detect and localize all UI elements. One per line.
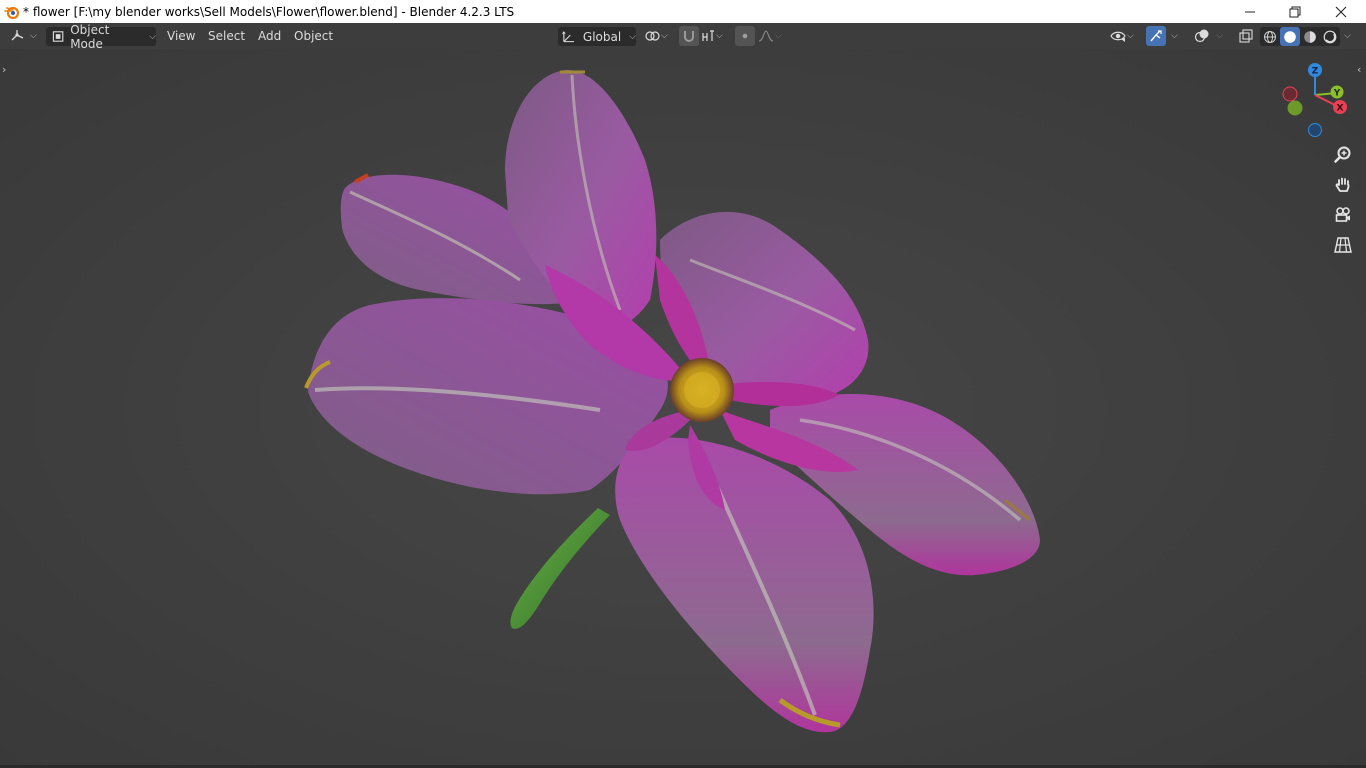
chevron-down-icon: ⌵ (149, 31, 156, 42)
xray-toggle[interactable] (1236, 26, 1256, 46)
menu-add[interactable]: Add (252, 26, 287, 46)
blender-logo-icon (4, 6, 20, 19)
shading-wireframe-button[interactable] (1260, 27, 1280, 46)
close-icon[interactable] (1318, 0, 1364, 23)
pivot-point-dropdown[interactable]: ⌵ (644, 26, 672, 46)
falloff-dropdown[interactable]: ⌵ (758, 26, 786, 46)
camera-view-button[interactable] (1330, 202, 1356, 228)
navigation-gizmo[interactable]: Z Y X (1277, 61, 1357, 141)
3d-viewport[interactable]: › ‹ Z Y X (0, 49, 1366, 768)
chevron-down-icon: ⌵ (629, 31, 636, 42)
shading-mode-group (1260, 27, 1340, 46)
y-axis-label: Y (1333, 89, 1341, 99)
snap-target-icon (702, 30, 714, 41)
proportional-edit-icon (742, 33, 748, 39)
pan-hand-icon (1335, 177, 1350, 192)
camera-view-icon (1335, 207, 1350, 222)
chevron-down-icon: ⌵ (1127, 31, 1134, 41)
object-mode-icon (52, 31, 64, 42)
chevron-down-icon: ⌵ (1171, 31, 1178, 41)
menu-select[interactable]: Select (202, 26, 251, 46)
material-preview-icon (1304, 30, 1316, 43)
pan-button[interactable] (1330, 172, 1356, 198)
gizmo-icon (1150, 30, 1162, 42)
orientation-icon (562, 30, 575, 42)
menu-view[interactable]: View (161, 26, 201, 46)
chevron-down-icon: ⌵ (716, 31, 723, 41)
xray-icon (1239, 29, 1253, 43)
snap-target-dropdown[interactable]: ⌵ (701, 26, 729, 46)
shading-material-button[interactable] (1300, 27, 1320, 46)
viewport-header: ⌵ Object Mode ⌵ View Select Add Object G… (0, 23, 1366, 51)
transform-orientation-dropdown[interactable]: Global ⌵ (558, 27, 636, 46)
overlay-dropdown[interactable]: ⌵ (1212, 26, 1228, 46)
visibility-icon (1110, 31, 1126, 42)
snap-magnet-icon (684, 31, 694, 42)
mode-dropdown[interactable]: Object Mode ⌵ (46, 23, 156, 51)
flower-stem (510, 508, 610, 629)
shading-rendered-button[interactable] (1320, 27, 1340, 46)
falloff-curve-icon (758, 30, 774, 42)
neg-x-axis-handle[interactable] (1282, 86, 1298, 102)
zoom-button[interactable] (1330, 142, 1356, 168)
neg-y-axis-handle[interactable] (1287, 100, 1303, 116)
pivot-point-icon (645, 31, 660, 41)
gizmo-toggle[interactable] (1146, 26, 1166, 46)
shading-dropdown[interactable]: ⌵ (1340, 26, 1354, 46)
visibility-dropdown[interactable]: ⌵ (1110, 26, 1140, 46)
snap-toggle[interactable] (679, 26, 699, 46)
solid-sphere-icon (1284, 30, 1296, 43)
orientation-label: Global (582, 29, 622, 44)
x-axis-label: X (1337, 104, 1344, 114)
restore-icon[interactable] (1272, 0, 1318, 23)
shading-solid-button[interactable] (1280, 27, 1300, 46)
zoom-icon (1334, 146, 1351, 163)
proportional-edit-toggle[interactable] (735, 26, 755, 46)
ortho-toggle-button[interactable] (1330, 232, 1356, 258)
chevron-down-icon: ⌵ (1216, 31, 1223, 41)
editor-type-button[interactable]: ⌵ (10, 26, 40, 46)
ortho-grid-icon (1334, 237, 1352, 253)
wireframe-sphere-icon (1264, 30, 1276, 43)
chevron-down-icon: ⌵ (775, 31, 782, 41)
window-title: * flower [F:\my blender works\Sell Model… (23, 4, 515, 19)
overlay-icon (1194, 29, 1209, 43)
overlay-toggle[interactable] (1192, 26, 1212, 46)
chevron-down-icon: ⌵ (1344, 31, 1351, 41)
chevron-down-icon: ⌵ (661, 31, 668, 41)
flower-model[interactable] (0, 49, 1366, 768)
menu-object[interactable]: Object (288, 26, 339, 46)
neg-z-axis-handle[interactable] (1308, 123, 1322, 137)
z-axis-label: Z (1312, 67, 1319, 77)
window-titlebar: * flower [F:\my blender works\Sell Model… (0, 0, 1366, 23)
chevron-down-icon: ⌵ (30, 31, 37, 41)
3d-viewport-icon (11, 30, 24, 41)
mode-label: Object Mode (70, 22, 110, 51)
gizmo-dropdown[interactable]: ⌵ (1167, 26, 1183, 46)
rendered-sphere-icon (1323, 30, 1337, 43)
minimize-icon[interactable] (1227, 0, 1273, 23)
